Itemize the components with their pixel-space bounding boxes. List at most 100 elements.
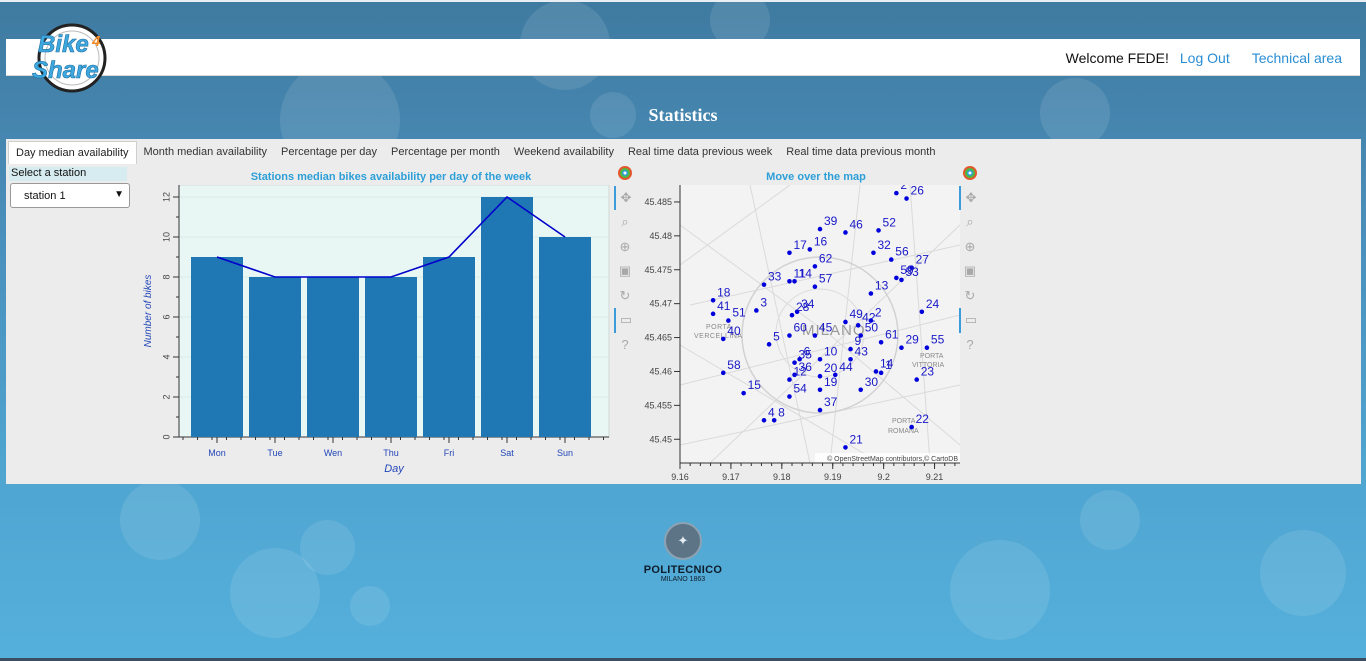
bar-mon [191,257,243,437]
station-point [761,282,767,287]
station-label: 41 [717,299,731,313]
station-point [817,226,823,232]
tab-month-median[interactable]: Month median availability [137,141,275,164]
bar-wen [307,277,359,437]
station-point [754,308,759,313]
station-point [720,336,726,342]
station-point [843,230,848,235]
reset-icon[interactable]: ↻ [959,284,981,309]
map-y-tick-label: 45.47 [649,299,672,309]
station-label: 60 [793,321,807,335]
wheel-zoom-icon[interactable]: ⊕ [959,235,981,260]
technical-area-link[interactable]: Technical area [1252,50,1342,66]
station-point [787,250,792,256]
background-bubble [230,548,320,638]
station-label: 2 [900,185,907,192]
map-label: PORTA [892,418,916,425]
bar-fri [423,257,475,437]
tab-percentage-month[interactable]: Percentage per month [384,141,507,164]
station-point [710,297,716,303]
station-label: 23 [921,365,935,379]
station-point [843,319,848,325]
station-point [771,417,777,423]
station-point [914,377,920,382]
station-label: 30 [865,375,879,389]
station-label: 44 [839,360,853,374]
bar-thu [365,277,417,437]
station-label: 45 [819,321,833,335]
station-label: 14 [799,266,813,280]
station-label: 5 [773,329,780,343]
station-label: 37 [824,395,838,409]
station-point [848,346,853,352]
tab-day-median[interactable]: Day median availability [8,141,137,164]
tab-percentage-day[interactable]: Percentage per day [274,141,384,164]
x-tick-label: Sun [557,448,573,458]
save-icon[interactable]: ▣ [959,259,981,284]
tab-realtime-month[interactable]: Real time data previous month [779,141,942,164]
logout-link[interactable]: Log Out [1180,50,1230,66]
station-label: 56 [895,245,909,259]
hover-icon[interactable]: ▭ [959,308,981,333]
svg-text:Bike: Bike [38,31,89,58]
station-point [919,309,925,315]
station-point [812,284,818,290]
station-label: 21 [849,432,863,446]
y-axis-label: Number of bikes [143,275,154,348]
background-bubble [1260,530,1346,616]
station-point [741,390,746,396]
map-y-tick-label: 45.455 [644,400,672,410]
station-point [878,340,884,345]
map-y-tick-label: 45.46 [649,366,672,376]
y-tick-label: 8 [161,274,171,279]
station-point [766,342,772,347]
station-point [817,407,823,413]
station-point [792,278,797,284]
station-label: 57 [819,272,833,286]
tab-weekend[interactable]: Weekend availability [507,141,621,164]
station-point [876,228,881,233]
background-bubble [950,540,1050,640]
bike4share-logo[interactable]: Bike 4 Share [28,20,120,94]
background-bubble [350,586,390,626]
station-point [787,333,792,338]
station-select[interactable]: station 1 ▼ [10,183,130,208]
station-point [812,333,818,338]
station-map[interactable]: PORTAVERCELLINA MILANOPORTAVITTORIAPORTAR… [630,185,960,485]
station-point [789,312,795,318]
station-label: 24 [926,297,940,311]
politecnico-logo: ✦ POLITECNICO MILANO 1863 [630,522,736,588]
station-label: 2 [875,306,882,320]
map-y-tick-label: 45.48 [649,231,672,241]
pan-icon[interactable]: ✥ [959,185,981,210]
bar-chart-title: Stations median bikes availability per d… [250,171,532,183]
map-x-tick-label: 9.19 [824,472,842,482]
tab-realtime-week[interactable]: Real time data previous week [621,141,779,164]
station-label: 13 [875,278,889,292]
bokeh-logo-icon[interactable] [614,161,636,186]
bokeh-logo-icon[interactable] [959,161,981,186]
station-label: 58 [727,358,741,372]
x-tick-label: Thu [383,448,399,458]
station-label: 12 [793,365,807,379]
station-label: 40 [727,324,741,338]
svg-text:Share: Share [32,57,99,84]
station-point [858,387,864,393]
station-label: 28 [796,300,810,314]
chevron-down-icon: ▼ [114,189,124,200]
station-point [787,377,792,382]
station-point [894,190,899,196]
statistics-panel: Day median availability Month median ava… [6,139,1361,484]
box-zoom-icon[interactable]: ⌕ [959,210,981,235]
station-label: 39 [824,214,838,228]
station-label: 32 [877,238,891,252]
station-label: 18 [717,285,731,299]
station-select-value: station 1 [24,190,66,202]
station-point [710,311,716,317]
bar-tue [249,277,301,437]
station-point [855,323,861,328]
welcome-text: Welcome FEDE! [1065,50,1169,66]
station-point [812,264,818,269]
top-strip [0,0,1366,2]
help-icon[interactable]: ? [959,333,981,358]
